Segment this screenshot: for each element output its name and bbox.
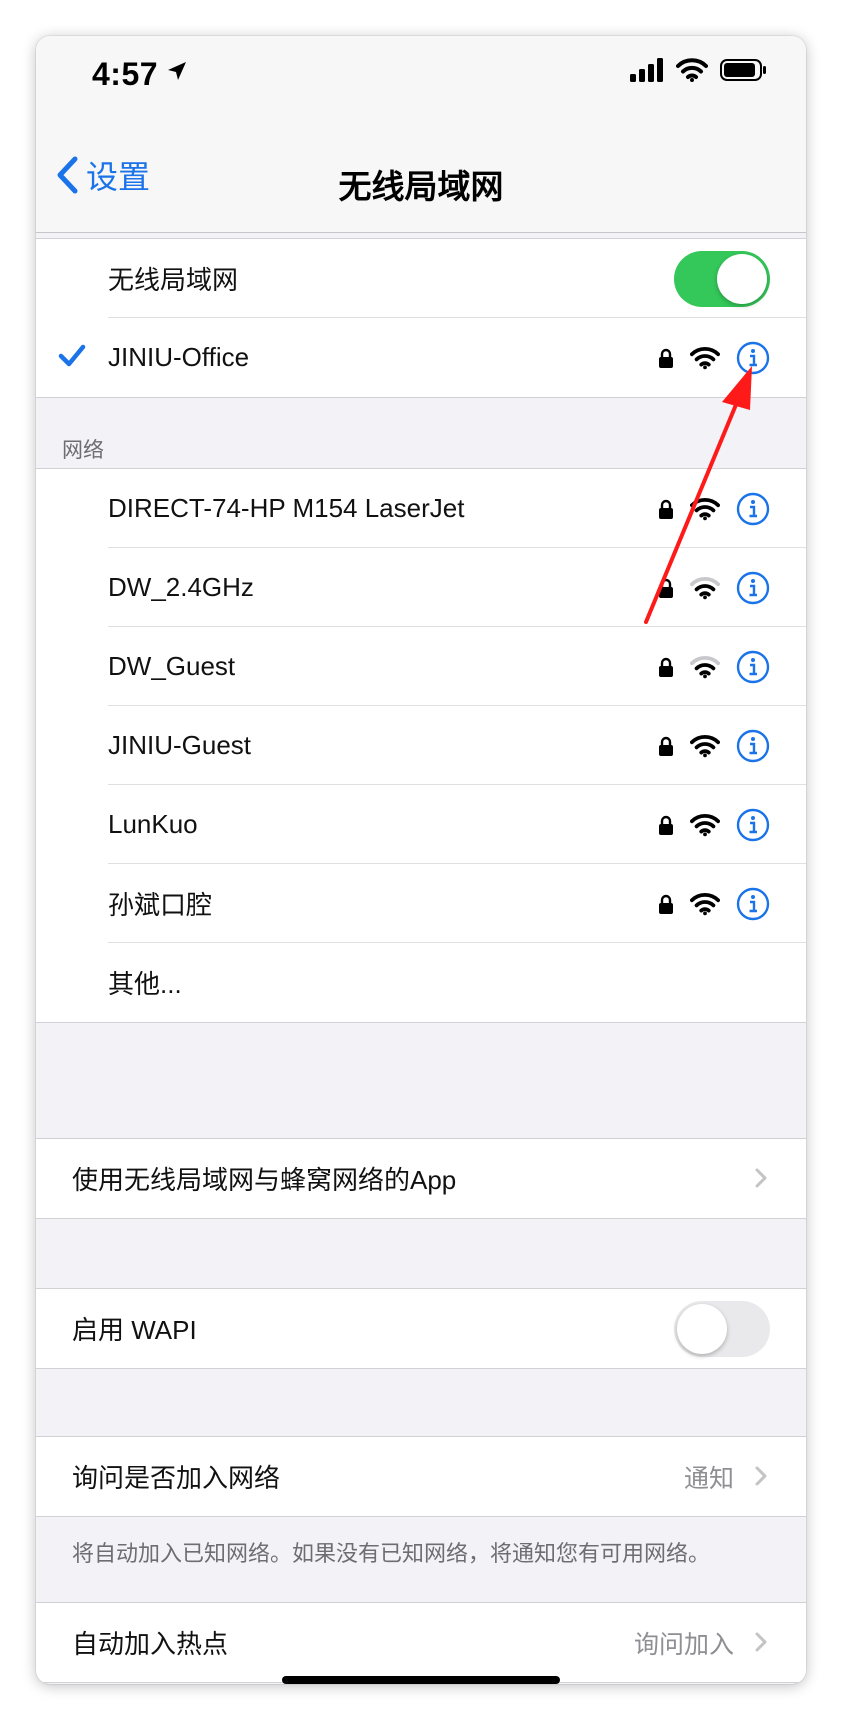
wifi-main-group: 无线局域网 JINIU-Office	[36, 238, 806, 398]
wifi-signal-icon	[690, 734, 720, 757]
network-row[interactable]: 孙斌口腔	[36, 864, 806, 943]
network-icons	[658, 785, 770, 864]
connected-network-row[interactable]: JINIU-Office	[36, 318, 806, 397]
wapi-row: 启用 WAPI	[36, 1289, 806, 1368]
chevron-right-icon	[755, 1168, 767, 1188]
info-icon[interactable]	[736, 571, 770, 605]
ask-join-footer: 将自动加入已知网络。如果没有已知网络，将通知您有可用网络。	[72, 1541, 711, 1566]
auto-hotspot-label: 自动加入热点	[72, 1629, 229, 1659]
info-icon[interactable]	[736, 729, 770, 763]
apps-row-label: 使用无线局域网与蜂窝网络的App	[72, 1165, 457, 1195]
wapi-group: 启用 WAPI	[36, 1288, 806, 1369]
network-name: JINIU-Guest	[108, 730, 252, 760]
wifi-signal-icon	[690, 346, 720, 369]
ask-join-group: 询问是否加入网络 通知	[36, 1436, 806, 1517]
wifi-signal-icon	[690, 497, 720, 520]
chevron-right-icon	[755, 1632, 767, 1652]
wapi-toggle-switch[interactable]	[674, 1301, 770, 1357]
network-row[interactable]: DW_Guest	[36, 627, 806, 706]
lock-icon	[659, 657, 673, 677]
network-icons	[658, 706, 770, 785]
network-row[interactable]: LunKuo	[36, 785, 806, 864]
network-name: LunKuo	[108, 809, 198, 839]
networks-list: DIRECT-74-HP M154 LaserJet DW_2.4GHz DW_…	[36, 468, 806, 1023]
other-network-label: 其他...	[108, 969, 182, 999]
lock-icon	[659, 894, 673, 914]
location-arrow-icon	[168, 62, 186, 80]
apps-group: 使用无线局域网与蜂窝网络的App	[36, 1138, 806, 1219]
wifi-signal-weak-icon	[690, 576, 720, 599]
network-name: DW_2.4GHz	[108, 572, 254, 602]
wifi-signal-icon	[690, 813, 720, 836]
networks-section-header: 网络	[62, 439, 104, 462]
phone-screen: 4:57 设置 无线局域网 无线局域网 JINIU-Office 网络 DIRE…	[36, 36, 806, 1684]
network-row[interactable]: DW_2.4GHz	[36, 548, 806, 627]
toggle-knob	[677, 1304, 727, 1354]
page-title: 无线局域网	[338, 168, 504, 205]
lock-icon	[659, 499, 673, 519]
toggle-knob	[717, 254, 767, 304]
auto-hotspot-value: 询问加入	[633, 1630, 734, 1659]
network-icons	[658, 627, 770, 706]
ask-join-label: 询问是否加入网络	[72, 1463, 281, 1493]
wifi-status-icon	[676, 58, 708, 82]
lock-icon	[659, 815, 673, 835]
lock-icon	[659, 348, 673, 368]
wifi-signal-weak-icon	[690, 655, 720, 678]
network-name: 孙斌口腔	[108, 890, 213, 920]
network-icons	[658, 469, 770, 548]
apps-row[interactable]: 使用无线局域网与蜂窝网络的App	[36, 1139, 806, 1218]
other-network-row[interactable]: 其他...	[36, 943, 806, 1022]
wifi-toggle-switch[interactable]	[674, 251, 770, 307]
connected-network-name: JINIU-Office	[108, 342, 250, 372]
status-icons	[630, 58, 768, 82]
cellular-signal-icon	[630, 58, 663, 82]
lock-icon	[659, 736, 673, 756]
checkmark-icon	[58, 344, 86, 367]
chevron-right-icon	[755, 1466, 767, 1486]
ask-join-value: 通知	[683, 1464, 734, 1493]
auto-hotspot-group: 自动加入热点 询问加入	[36, 1602, 806, 1683]
wapi-label: 启用 WAPI	[72, 1315, 197, 1345]
network-row[interactable]: DIRECT-74-HP M154 LaserJet	[36, 469, 806, 548]
info-icon[interactable]	[736, 887, 770, 921]
network-icons	[658, 864, 770, 943]
navigation-bar: 设置 无线局域网	[36, 126, 806, 233]
battery-icon	[720, 59, 766, 81]
info-icon[interactable]	[736, 492, 770, 526]
wifi-toggle-row: 无线局域网	[36, 239, 806, 318]
info-icon[interactable]	[736, 650, 770, 684]
network-name: DIRECT-74-HP M154 LaserJet	[108, 493, 465, 523]
info-icon[interactable]	[736, 341, 770, 375]
wifi-signal-icon	[690, 892, 720, 915]
network-row[interactable]: JINIU-Guest	[36, 706, 806, 785]
home-indicator	[282, 1676, 560, 1684]
auto-hotspot-row[interactable]: 自动加入热点 询问加入	[36, 1603, 806, 1682]
network-icons	[658, 318, 770, 397]
ask-join-row[interactable]: 询问是否加入网络 通知	[36, 1437, 806, 1516]
network-name: DW_Guest	[108, 651, 236, 681]
info-icon[interactable]	[736, 808, 770, 842]
status-time: 4:57	[92, 56, 159, 92]
network-icons	[658, 548, 770, 627]
wifi-toggle-label: 无线局域网	[108, 265, 239, 295]
lock-icon	[659, 578, 673, 598]
